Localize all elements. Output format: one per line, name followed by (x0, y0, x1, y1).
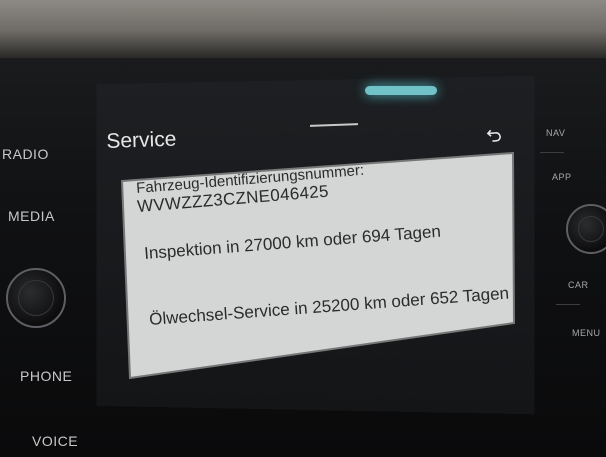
service-info-panel (120, 151, 516, 380)
infotainment-scene: RADIO MEDIA PHONE VOICE NAV APP CAR MENU… (0, 0, 606, 457)
